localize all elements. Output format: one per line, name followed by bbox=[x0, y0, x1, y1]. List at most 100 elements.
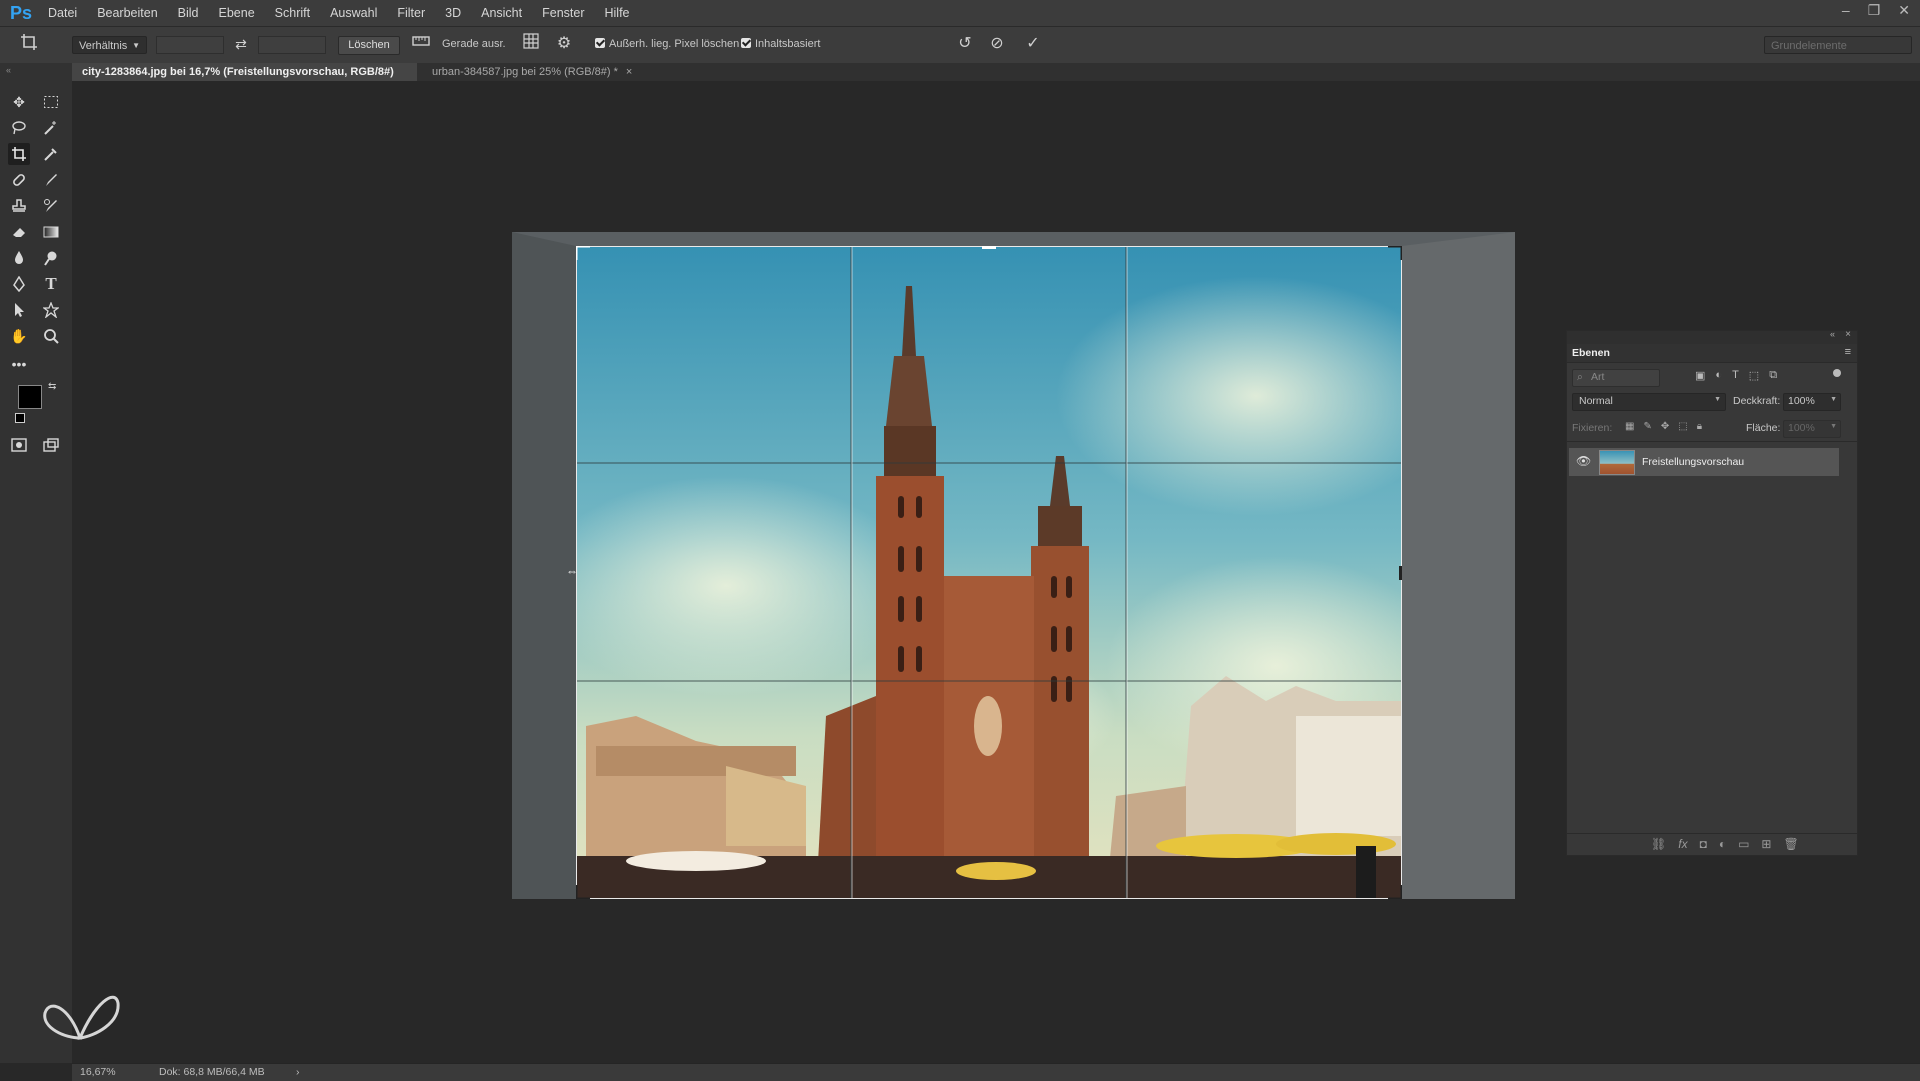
butterfly-logo bbox=[40, 978, 120, 1051]
content-aware-checkbox[interactable]: Inhaltsbasiert bbox=[741, 38, 820, 50]
status-menu-arrow-icon[interactable]: › bbox=[296, 1064, 300, 1081]
menu-datei[interactable]: Datei bbox=[38, 6, 87, 20]
blend-mode-select[interactable]: Normal ▼ bbox=[1572, 393, 1726, 411]
chevron-down-icon: ▼ bbox=[132, 41, 140, 50]
dodge-tool-icon[interactable] bbox=[40, 247, 62, 269]
add-mask-icon[interactable]: ◘ bbox=[1700, 837, 1707, 851]
menu-bild[interactable]: Bild bbox=[168, 6, 209, 20]
default-colors-icon[interactable] bbox=[15, 413, 25, 423]
layer-thumbnail bbox=[1599, 450, 1635, 475]
close-icon[interactable]: ✕ bbox=[1898, 2, 1910, 19]
more-tools-icon[interactable]: ••• bbox=[8, 353, 30, 375]
smart-object-filter-icon[interactable]: ⧉ bbox=[1769, 369, 1777, 382]
grid-overlay-icon[interactable] bbox=[520, 33, 542, 55]
close-panel-icon[interactable]: × bbox=[1845, 329, 1851, 340]
opacity-field[interactable]: 100% ▼ bbox=[1783, 393, 1841, 411]
swap-icon[interactable]: ⇄ bbox=[230, 33, 252, 55]
menu-auswahl[interactable]: Auswahl bbox=[320, 6, 387, 20]
gear-icon[interactable]: ⚙ bbox=[553, 33, 575, 55]
move-tool-icon[interactable]: ✥ bbox=[8, 91, 30, 113]
width-field[interactable] bbox=[156, 36, 224, 54]
crop-tool-icon[interactable] bbox=[8, 143, 30, 165]
lasso-tool-icon[interactable] bbox=[8, 117, 30, 139]
delete-pixels-checkbox[interactable]: Außerh. lieg. Pixel löschen bbox=[595, 38, 739, 50]
swap-colors-icon[interactable]: ⇆ bbox=[48, 381, 56, 392]
custom-shape-tool-icon[interactable] bbox=[40, 299, 62, 321]
trash-icon[interactable]: 🗑︎ bbox=[1783, 837, 1798, 851]
close-icon[interactable]: × bbox=[626, 66, 632, 78]
collapse-panel-icon[interactable]: « bbox=[1830, 329, 1835, 339]
lock-artboard-icon[interactable]: ⬚ bbox=[1678, 421, 1687, 432]
magic-wand-tool-icon[interactable] bbox=[40, 117, 62, 139]
minimize-icon[interactable]: – bbox=[1842, 2, 1850, 19]
adjustment-layer-icon[interactable]: ◐ bbox=[1719, 837, 1726, 851]
gradient-tool-icon[interactable] bbox=[40, 221, 62, 243]
opacity-label: Deckkraft: bbox=[1733, 395, 1781, 407]
layer-filter-select[interactable]: ⌕ Art bbox=[1572, 369, 1660, 387]
shape-filter-icon[interactable]: ⬚ bbox=[1749, 369, 1759, 382]
layers-panel: « × Ebenen ≡ ⌕ Art ▣ ◐ T ⬚ ⧉ Normal ▼ De… bbox=[1566, 329, 1858, 856]
adjustment-filter-icon[interactable]: ◐ bbox=[1715, 369, 1722, 382]
reset-icon[interactable]: ↺ bbox=[954, 33, 976, 55]
workspace-select[interactable]: Grundelemente bbox=[1764, 36, 1912, 54]
restore-icon[interactable]: ❐ bbox=[1868, 2, 1881, 19]
layer-row[interactable]: 👁︎ Freistellungsvorschau bbox=[1569, 448, 1839, 476]
layer-name[interactable]: Freistellungsvorschau bbox=[1642, 456, 1744, 468]
menu-3d[interactable]: 3D bbox=[435, 6, 471, 20]
healing-brush-tool-icon[interactable] bbox=[8, 169, 30, 191]
menu-fenster[interactable]: Fenster bbox=[532, 6, 594, 20]
menu-hilfe[interactable]: Hilfe bbox=[595, 6, 640, 20]
commit-check-icon[interactable]: ✓ bbox=[1022, 33, 1044, 55]
quick-mask-icon[interactable] bbox=[8, 435, 30, 457]
lock-all-icon[interactable]: 🔒︎ bbox=[1697, 421, 1702, 432]
filter-toggle-icon[interactable] bbox=[1833, 369, 1841, 377]
eyedropper-tool-icon[interactable] bbox=[40, 143, 62, 165]
content-aware-label: Inhaltsbasiert bbox=[755, 38, 821, 50]
ratio-select[interactable]: Verhältnis ▼ bbox=[72, 36, 147, 54]
screen-mode-icon[interactable] bbox=[40, 435, 62, 457]
fill-field[interactable]: 100% ▼ bbox=[1783, 420, 1841, 438]
new-group-icon[interactable]: ▭ bbox=[1738, 837, 1749, 851]
zoom-level[interactable]: 16,67% bbox=[80, 1064, 116, 1081]
image-filter-icon[interactable]: ▣ bbox=[1695, 369, 1705, 382]
crop-tool-preset-icon[interactable] bbox=[18, 33, 40, 55]
type-tool-icon[interactable]: T bbox=[40, 273, 62, 295]
history-brush-tool-icon[interactable] bbox=[40, 195, 62, 217]
eye-visibility-icon[interactable]: 👁︎ bbox=[1576, 454, 1591, 468]
lock-position-icon[interactable]: ✥ bbox=[1661, 421, 1669, 432]
cancel-icon[interactable]: ⊘ bbox=[986, 33, 1008, 55]
menu-bar: Ps Datei Bearbeiten Bild Ebene Schrift A… bbox=[0, 0, 1920, 27]
height-field[interactable] bbox=[258, 36, 326, 54]
straighten-icon[interactable] bbox=[410, 33, 432, 55]
path-selection-tool-icon[interactable] bbox=[8, 299, 30, 321]
panel-menu-icon[interactable]: ≡ bbox=[1845, 346, 1851, 358]
menu-filter[interactable]: Filter bbox=[387, 6, 435, 20]
link-layers-icon[interactable]: ⛓︎ bbox=[1651, 837, 1666, 851]
marquee-tool-icon[interactable] bbox=[40, 91, 62, 113]
brush-tool-icon[interactable] bbox=[40, 169, 62, 191]
lock-transparent-icon[interactable]: ▦ bbox=[1625, 421, 1634, 432]
menu-bearbeiten[interactable]: Bearbeiten bbox=[87, 6, 167, 20]
foreground-color-swatch[interactable] bbox=[18, 385, 42, 409]
lock-image-icon[interactable]: ✎ bbox=[1643, 421, 1651, 432]
blur-tool-icon[interactable] bbox=[8, 247, 30, 269]
layers-tab[interactable]: Ebenen bbox=[1572, 347, 1610, 359]
document-image[interactable] bbox=[576, 246, 1402, 899]
new-layer-icon[interactable]: ⊞ bbox=[1761, 837, 1771, 851]
straighten-label[interactable]: Gerade ausr. bbox=[442, 38, 506, 50]
eraser-tool-icon[interactable] bbox=[8, 221, 30, 243]
hand-tool-icon[interactable]: ✋ bbox=[8, 325, 30, 347]
menu-ansicht[interactable]: Ansicht bbox=[471, 6, 532, 20]
tab-urban-document[interactable]: urban-384587.jpg bei 25% (RGB/8#) * × bbox=[422, 63, 657, 81]
tab-city-document[interactable]: city-1283864.jpg bei 16,7% (Freistellung… bbox=[72, 63, 417, 96]
type-filter-icon[interactable]: T bbox=[1732, 369, 1739, 382]
church-photo bbox=[576, 246, 1402, 899]
zoom-tool-icon[interactable] bbox=[40, 325, 62, 347]
collapse-icon[interactable]: « bbox=[6, 65, 11, 75]
fx-icon[interactable]: fx bbox=[1678, 837, 1687, 851]
menu-schrift[interactable]: Schrift bbox=[265, 6, 320, 20]
clear-button[interactable]: Löschen bbox=[338, 36, 400, 55]
menu-ebene[interactable]: Ebene bbox=[209, 6, 265, 20]
clone-stamp-tool-icon[interactable] bbox=[8, 195, 30, 217]
pen-tool-icon[interactable] bbox=[8, 273, 30, 295]
